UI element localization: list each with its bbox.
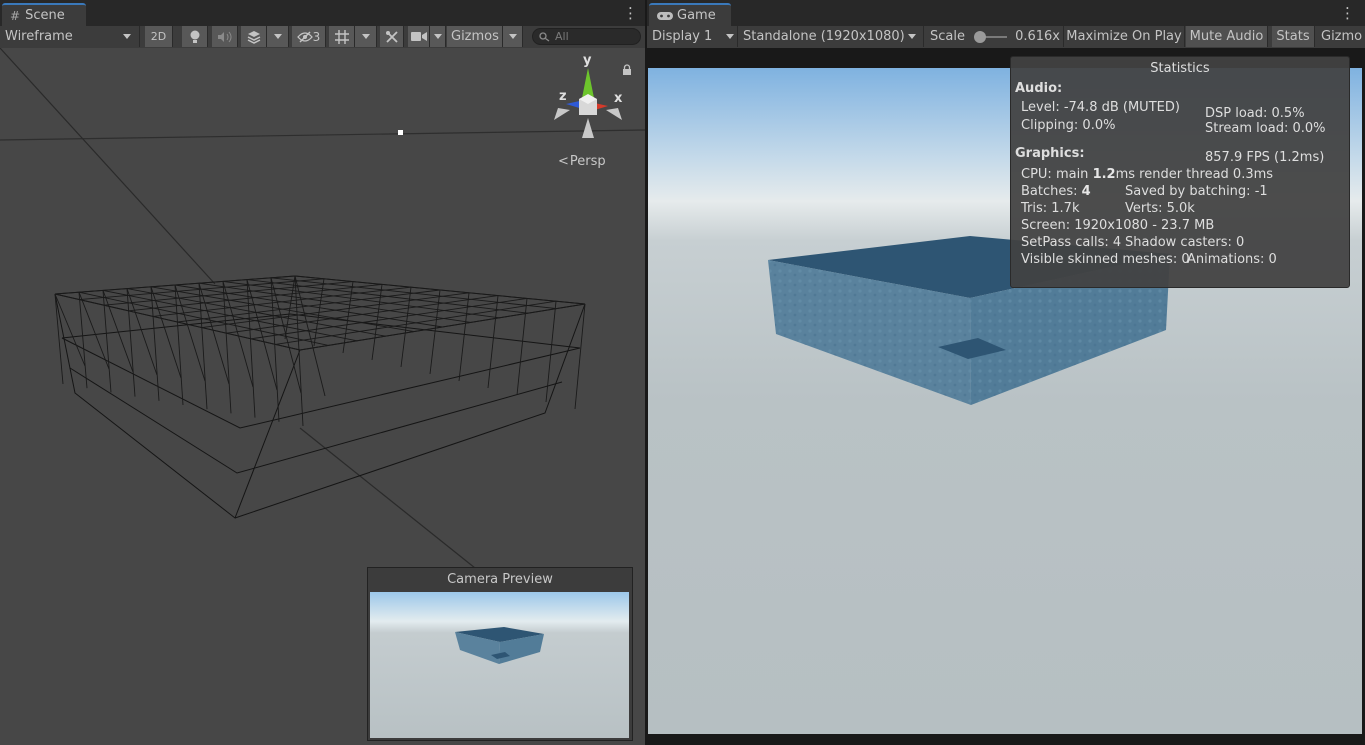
tab-scene[interactable]: # Scene (2, 3, 86, 26)
stats-toggle[interactable]: Stats (1272, 26, 1315, 47)
camera-settings-dropdown[interactable] (430, 26, 446, 47)
grid-toggle[interactable] (329, 26, 355, 47)
mute-label: Mute Audio (1189, 29, 1264, 44)
scene-menu-kebab-icon[interactable]: ⋮ (623, 4, 638, 22)
stats-batches-prefix: Batches: (1021, 184, 1082, 199)
game-tab-bar (647, 0, 1365, 27)
gizmos-dropdown[interactable] (503, 26, 523, 47)
stats-dsp-load: DSP load: 0.5% (1205, 106, 1305, 121)
stats-animations: Animations: 0 (1187, 252, 1277, 267)
resolution-label: Standalone (1920x1080) (743, 29, 905, 44)
display-label: Display 1 (652, 29, 713, 44)
gizmos-button[interactable]: Gizmos (447, 26, 503, 47)
maximize-on-play-toggle[interactable]: Maximize On Play (1063, 26, 1185, 47)
audio-toggle[interactable] (212, 26, 238, 47)
chevron-down-icon (908, 34, 916, 39)
scale-control[interactable]: Scale 0.616x (930, 26, 1060, 47)
lighting-toggle[interactable] (182, 26, 208, 47)
stats-cpu-suffix: ms render thread 0.3ms (1115, 167, 1274, 182)
camera-settings-toggle[interactable] (408, 26, 430, 47)
hash-icon: # (10, 8, 21, 23)
scene-search-placeholder: All (555, 30, 569, 43)
gizmos-label: Gizmos (451, 29, 499, 44)
axis-y-label: y (583, 53, 592, 68)
axis-z-label: z (559, 89, 567, 104)
stats-shadow-casters: Shadow casters: 0 (1125, 235, 1245, 250)
chevron-down-icon (433, 34, 442, 39)
search-icon (539, 31, 550, 42)
scale-slider-thumb[interactable] (973, 30, 986, 43)
eye-crossed-icon (296, 30, 313, 43)
game-gizmos-label: Gizmo (1321, 29, 1363, 44)
grid-icon (334, 29, 349, 44)
tools-toggle[interactable] (380, 26, 404, 47)
game-tab-label: Game (677, 8, 716, 23)
scene-tab-bar (0, 0, 645, 27)
toggle-2d-label: 2D (150, 30, 167, 43)
tools-icon (385, 30, 398, 43)
camera-icon (410, 32, 427, 41)
scale-slider-track[interactable] (973, 30, 1008, 43)
stats-label: Stats (1276, 29, 1310, 44)
orientation-gizmo[interactable]: y x z (548, 53, 628, 144)
game-menu-kebab-icon[interactable]: ⋮ (1340, 4, 1355, 22)
effects-dropdown[interactable] (267, 26, 289, 47)
hidden-objects-toggle[interactable]: 3 (292, 26, 326, 47)
chevron-down-icon (726, 34, 734, 39)
maximize-label: Maximize On Play (1066, 29, 1182, 44)
layers-icon (247, 30, 260, 44)
tab-game[interactable]: Game (649, 3, 731, 26)
grid-dropdown[interactable] (355, 26, 377, 47)
camera-preview-image (370, 592, 629, 738)
gamepad-icon (657, 11, 673, 20)
stats-screen: Screen: 1920x1080 - 23.7 MB (1021, 218, 1215, 233)
stats-graphics-heading: Graphics: (1015, 146, 1085, 161)
stats-title: Statistics (1150, 61, 1210, 76)
stats-saved-batching: Saved by batching: -1 (1125, 184, 1268, 199)
draw-mode-dropdown[interactable]: Wireframe (0, 26, 140, 47)
chevron-down-icon (273, 34, 282, 39)
stats-setpass: SetPass calls: 4 (1021, 235, 1122, 250)
stats-cpu-prefix: CPU: main (1021, 167, 1093, 182)
stats-batches-value: 4 (1081, 184, 1091, 199)
scene-search-input[interactable]: All (532, 28, 641, 45)
stats-audio-heading: Audio: (1015, 81, 1063, 96)
display-dropdown[interactable]: Display 1 (647, 26, 738, 47)
stats-stream-load: Stream load: 0.0% (1205, 121, 1326, 136)
scene-viewport[interactable]: y x z < Persp Camera Preview (0, 48, 645, 745)
chevron-down-icon (361, 34, 370, 39)
stats-cpu: CPU: main 1.2ms render thread 0.3ms (1021, 167, 1273, 182)
game-gizmos-button[interactable]: Gizmo (1317, 26, 1365, 47)
scene-tab-label: Scene (25, 8, 65, 23)
statistics-panel: Statistics Audio: Level: -74.8 dB (MUTED… (1010, 56, 1350, 288)
resolution-dropdown[interactable]: Standalone (1920x1080) (738, 26, 924, 47)
scale-label: Scale (930, 29, 965, 44)
projection-label: Persp (569, 154, 606, 169)
mute-audio-toggle[interactable]: Mute Audio (1186, 26, 1268, 47)
axis-x-label: x (614, 91, 623, 106)
chevron-down-icon (123, 34, 131, 39)
light-bulb-icon (190, 30, 199, 43)
scale-value: 0.616x (1015, 29, 1060, 44)
draw-mode-label: Wireframe (5, 29, 73, 44)
stats-verts: Verts: 5.0k (1125, 201, 1195, 216)
projection-chevron-icon: < (558, 154, 569, 169)
stats-fps: 857.9 FPS (1.2ms) (1205, 150, 1325, 165)
stats-batches: Batches: 4 (1021, 184, 1091, 199)
camera-preview-title: Camera Preview (447, 572, 553, 587)
stats-cpu-main: 1.2 (1092, 167, 1116, 182)
toggle-2d-button[interactable]: 2D (145, 26, 173, 47)
stats-clipping: Clipping: 0.0% (1021, 118, 1116, 133)
stats-skinned: Visible skinned meshes: 0 (1021, 252, 1190, 267)
stats-tris: Tris: 1.7k (1021, 201, 1080, 216)
preview-cube (455, 627, 544, 664)
hidden-count: 3 (312, 29, 321, 44)
chevron-down-icon (508, 34, 517, 39)
effects-toggle[interactable] (241, 26, 267, 47)
speaker-icon (217, 31, 231, 42)
lock-icon[interactable] (622, 64, 632, 75)
camera-preview-window[interactable]: Camera Preview (367, 567, 633, 741)
projection-toggle[interactable]: < Persp (558, 154, 606, 169)
stats-level: Level: -74.8 dB (MUTED) (1021, 100, 1180, 115)
